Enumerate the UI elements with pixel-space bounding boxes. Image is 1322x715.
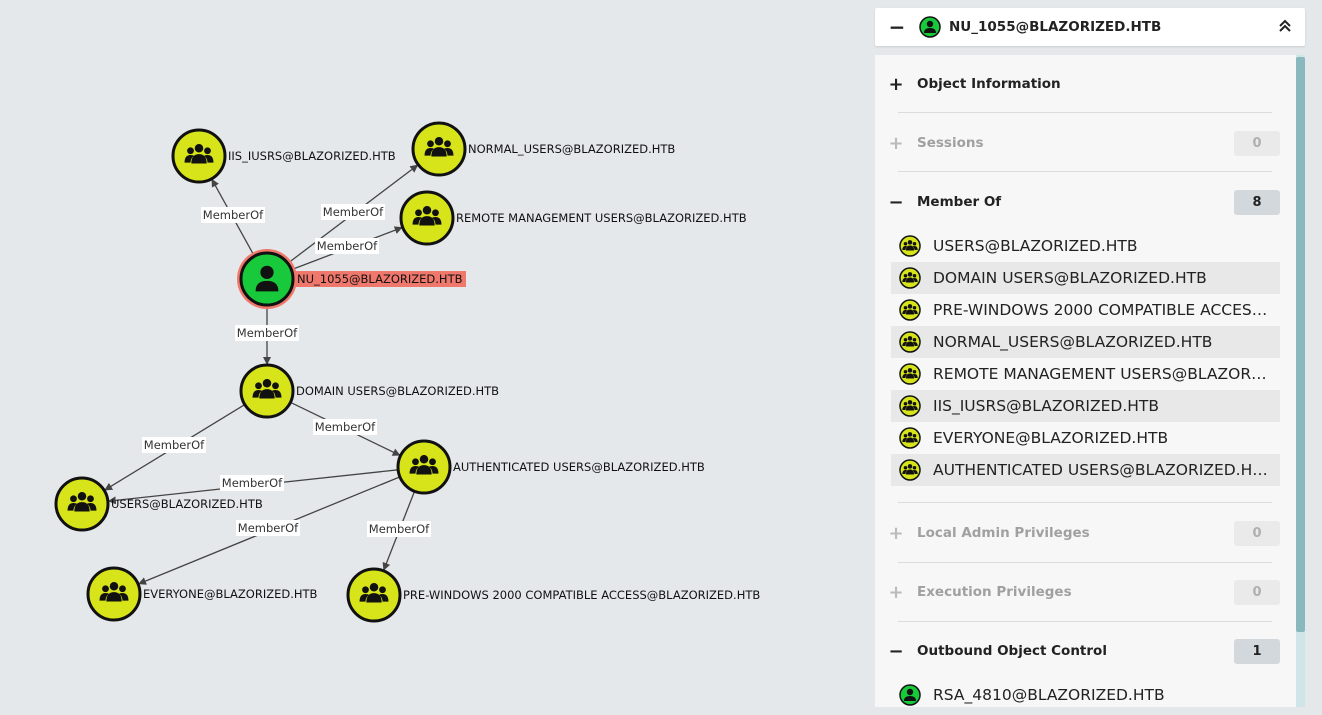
section-label: Sessions — [917, 135, 984, 151]
group-icon — [899, 331, 921, 353]
node-label: USERS@BLAZORIZED.HTB — [111, 497, 263, 511]
scrollbar-thumb[interactable] — [1296, 57, 1305, 632]
list-item[interactable]: PRE-WINDOWS 2000 COMPATIBLE ACCESS@BLAZO… — [891, 294, 1280, 326]
group-icon — [899, 459, 921, 481]
list-item-label: USERS@BLAZORIZED.HTB — [933, 237, 1138, 255]
section-label: Execution Privileges — [917, 584, 1072, 600]
divider — [898, 112, 1272, 113]
node-label: EVERYONE@BLAZORIZED.HTB — [143, 587, 318, 601]
graph-node-everyone[interactable]: EVERYONE@BLAZORIZED.HTB — [86, 566, 318, 622]
group-icon — [899, 427, 921, 449]
group-icon — [899, 235, 921, 257]
list-item[interactable]: AUTHENTICATED USERS@BLAZORIZED.HTB — [891, 454, 1280, 486]
list-item[interactable]: REMOTE MANAGEMENT USERS@BLAZORIZED.HTB — [891, 358, 1280, 390]
expand-icon: + — [888, 522, 904, 544]
collapse-icon: − — [888, 640, 904, 662]
collapse-icon: − — [888, 191, 904, 213]
scrollbar[interactable] — [1296, 55, 1305, 707]
edge-label: MemberOf — [367, 521, 431, 537]
expand-icon: + — [888, 132, 904, 154]
graph-node-remote[interactable]: REMOTE MANAGEMENT USERS@BLAZORIZED.HTB — [399, 190, 747, 246]
list-item[interactable]: USERS@BLAZORIZED.HTB — [891, 230, 1280, 262]
section-outbound-object-control[interactable]: − Outbound Object Control 1 — [875, 626, 1296, 676]
section-member-of[interactable]: − Member Of 8 — [875, 177, 1296, 227]
node-label: IIS_IUSRS@BLAZORIZED.HTB — [228, 149, 396, 163]
svg-text:MemberOf: MemberOf — [317, 239, 378, 253]
section-label: Outbound Object Control — [917, 643, 1107, 659]
chevron-up-icon[interactable] — [1265, 18, 1305, 37]
svg-text:MemberOf: MemberOf — [203, 208, 264, 222]
svg-text:MemberOf: MemberOf — [238, 521, 299, 535]
count-badge: 8 — [1234, 189, 1280, 215]
collapse-button[interactable]: − — [875, 15, 919, 39]
divider — [898, 502, 1272, 503]
edge-label: MemberOf — [235, 325, 299, 341]
count-badge: 1 — [1234, 638, 1280, 664]
section-local-admin-privileges[interactable]: + Local Admin Privileges 0 — [875, 508, 1296, 558]
list-item-label: REMOTE MANAGEMENT USERS@BLAZORIZED.HTB — [933, 365, 1280, 383]
edge-label: MemberOf — [313, 419, 377, 435]
list-item[interactable]: EVERYONE@BLAZORIZED.HTB — [891, 422, 1280, 454]
edge-label: MemberOf — [315, 238, 379, 254]
section-label: Object Information — [917, 76, 1061, 92]
divider — [898, 621, 1272, 622]
list-item-label: DOMAIN USERS@BLAZORIZED.HTB — [933, 269, 1207, 287]
graph-node-domain[interactable]: DOMAIN USERS@BLAZORIZED.HTB — [239, 363, 499, 419]
edge-label: MemberOf — [142, 437, 206, 453]
group-icon — [899, 363, 921, 385]
graph-node-iis[interactable]: IIS_IUSRS@BLAZORIZED.HTB — [171, 128, 396, 184]
section-sessions[interactable]: + Sessions 0 — [875, 118, 1296, 168]
list-item-label: NORMAL_USERS@BLAZORIZED.HTB — [933, 333, 1213, 351]
section-label: Local Admin Privileges — [917, 525, 1090, 541]
section-label: Member Of — [917, 194, 1002, 210]
node-label: NORMAL_USERS@BLAZORIZED.HTB — [468, 142, 675, 156]
node-label: AUTHENTICATED USERS@BLAZORIZED.HTB — [453, 460, 705, 474]
svg-text:MemberOf: MemberOf — [315, 420, 376, 434]
divider — [898, 171, 1272, 172]
node-label: PRE-WINDOWS 2000 COMPATIBLE ACCESS@BLAZO… — [403, 588, 760, 602]
list-item-label: IIS_IUSRS@BLAZORIZED.HTB — [933, 397, 1160, 415]
graph-canvas[interactable]: MemberOf MemberOf MemberOf MemberOf MemberOf… — [0, 0, 870, 715]
group-icon — [899, 299, 921, 321]
list-item-label: AUTHENTICATED USERS@BLAZORIZED.HTB — [933, 461, 1273, 479]
expand-icon: + — [888, 73, 904, 95]
graph-node-auth[interactable]: AUTHENTICATED USERS@BLAZORIZED.HTB — [396, 439, 705, 495]
edge-label: MemberOf — [220, 475, 284, 491]
count-badge: 0 — [1234, 520, 1280, 546]
group-icon — [899, 395, 921, 417]
user-icon — [919, 16, 941, 38]
node-properties-panel: + Object Information + Sessions 0 − Memb… — [875, 55, 1305, 707]
list-item[interactable]: DOMAIN USERS@BLAZORIZED.HTB — [891, 262, 1280, 294]
svg-text:MemberOf: MemberOf — [222, 476, 283, 490]
list-item-label: RSA_4810@BLAZORIZED.HTB — [933, 686, 1165, 704]
count-badge: 0 — [1234, 579, 1280, 605]
list-item[interactable]: IIS_IUSRS@BLAZORIZED.HTB — [891, 390, 1280, 422]
list-item[interactable]: RSA_4810@BLAZORIZED.HTB — [891, 679, 1280, 707]
node-label: DOMAIN USERS@BLAZORIZED.HTB — [296, 384, 499, 398]
svg-text:MemberOf: MemberOf — [323, 205, 384, 219]
list-item-label: EVERYONE@BLAZORIZED.HTB — [933, 429, 1169, 447]
count-badge: 0 — [1234, 130, 1280, 156]
list-item[interactable]: NORMAL_USERS@BLAZORIZED.HTB — [891, 326, 1280, 358]
node-label: REMOTE MANAGEMENT USERS@BLAZORIZED.HTB — [456, 211, 747, 225]
svg-text:MemberOf: MemberOf — [144, 438, 205, 452]
edge-label: MemberOf — [321, 204, 385, 220]
graph-node-normal[interactable]: NORMAL_USERS@BLAZORIZED.HTB — [411, 121, 675, 177]
graph-node-user[interactable]: NU_1055@BLAZORIZED.HTB — [237, 249, 466, 309]
edge-label: MemberOf — [236, 520, 300, 536]
svg-text:MemberOf: MemberOf — [237, 326, 298, 340]
section-execution-privileges[interactable]: + Execution Privileges 0 — [875, 567, 1296, 617]
node-title: NU_1055@BLAZORIZED.HTB — [949, 19, 1162, 35]
expand-icon: + — [888, 581, 904, 603]
svg-text:MemberOf: MemberOf — [369, 522, 430, 536]
graph-node-prewin[interactable]: PRE-WINDOWS 2000 COMPATIBLE ACCESS@BLAZO… — [346, 567, 760, 623]
node-label: NU_1055@BLAZORIZED.HTB — [297, 272, 463, 286]
divider — [898, 562, 1272, 563]
section-object-information[interactable]: + Object Information — [875, 59, 1296, 109]
user-icon — [899, 684, 921, 706]
edge-label: MemberOf — [201, 207, 265, 223]
list-item-label: PRE-WINDOWS 2000 COMPATIBLE ACCESS@BLAZO… — [933, 301, 1280, 319]
group-icon — [899, 267, 921, 289]
node-header: − NU_1055@BLAZORIZED.HTB — [875, 8, 1305, 46]
